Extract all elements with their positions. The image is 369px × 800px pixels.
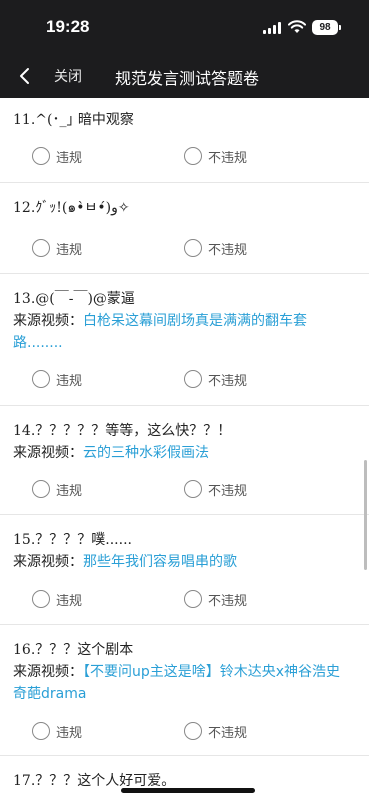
radio-button[interactable]	[184, 480, 202, 498]
radio-button[interactable]	[32, 239, 50, 257]
question-title: 16.？？？这个剧本	[13, 642, 134, 658]
cellular-signal-icon	[263, 22, 283, 34]
option-not-violation[interactable]: 不违规	[184, 478, 247, 500]
battery-indicator: 98	[312, 20, 338, 35]
scrollbar[interactable]	[364, 460, 367, 570]
question-17: 17.？？？这个人好可爱。	[0, 756, 369, 800]
option-violation[interactable]: 违规	[32, 588, 82, 610]
option-violation[interactable]: 违规	[32, 478, 82, 500]
option-label: 违规	[56, 593, 83, 609]
option-label: 不违规	[208, 373, 248, 389]
radio-button[interactable]	[184, 590, 202, 608]
status-bar: 19:28 98	[0, 0, 369, 54]
option-label: 违规	[56, 373, 83, 389]
option-not-violation[interactable]: 不违规	[184, 368, 247, 390]
radio-button[interactable]	[32, 480, 50, 498]
nav-bar: 关闭 规范发言测试答题卷	[0, 54, 369, 98]
option-not-violation[interactable]: 不违规	[184, 237, 247, 259]
question-title: 11.^(･_｣ 暗中观察	[13, 112, 134, 128]
option-label: 违规	[56, 150, 83, 166]
question-source: 来源视频：那些年我们容易唱串的歌	[13, 551, 353, 573]
question-source: 来源视频：【不要问up主这是啥】铃木达央x神谷浩史 奇葩drama	[13, 661, 353, 705]
question-12: 12.ｸﾞｯ!(๑•̀ㅂ•́)و✧ 违规 不违规	[0, 183, 369, 274]
source-video-link[interactable]: 那些年我们容易唱串的歌	[83, 554, 237, 570]
question-14: 14.？？？？？等等，这么快？？！ 来源视频：云的三种水彩假画法 违规 不违规	[0, 406, 369, 515]
source-label: 来源视频：	[13, 554, 83, 570]
option-violation[interactable]: 违规	[32, 720, 82, 742]
option-violation[interactable]: 违规	[32, 368, 82, 390]
radio-button[interactable]	[32, 147, 50, 165]
radio-button[interactable]	[184, 147, 202, 165]
question-16: 16.？？？这个剧本 来源视频：【不要问up主这是啥】铃木达央x神谷浩史 奇葩d…	[0, 625, 369, 756]
option-not-violation[interactable]: 不违规	[184, 145, 247, 167]
option-label: 违规	[56, 725, 83, 741]
question-title: 12.ｸﾞｯ!(๑•̀ㅂ•́)و✧	[13, 200, 130, 216]
option-not-violation[interactable]: 不违规	[184, 720, 247, 742]
radio-button[interactable]	[184, 722, 202, 740]
radio-button[interactable]	[32, 722, 50, 740]
source-label: 来源视频：	[13, 313, 83, 329]
radio-button[interactable]	[32, 590, 50, 608]
question-title: 13.@(￣-￣)@蒙逼	[13, 291, 135, 307]
option-label: 不违规	[208, 150, 248, 166]
source-video-link[interactable]: 云的三种水彩假画法	[83, 445, 209, 461]
page-title: 规范发言测试答题卷	[115, 69, 260, 88]
question-15: 15.？？？？噗...... 来源视频：那些年我们容易唱串的歌 违规 不违规	[0, 515, 369, 625]
option-label: 不违规	[208, 725, 248, 741]
question-title: 15.？？？？噗......	[13, 532, 132, 548]
option-label: 违规	[56, 483, 83, 499]
status-time: 19:28	[46, 17, 90, 36]
radio-button[interactable]	[32, 370, 50, 388]
question-title: 14.？？？？？等等，这么快？？！	[13, 423, 232, 439]
question-13: 13.@(￣-￣)@蒙逼 来源视频：白枪呆这幕间剧场真是满满的翻车套路.....…	[0, 274, 369, 406]
question-source: 来源视频：白枪呆这幕间剧场真是满满的翻车套路........	[13, 310, 353, 354]
source-label: 来源视频：	[13, 445, 83, 461]
radio-button[interactable]	[184, 370, 202, 388]
close-button[interactable]: 关闭	[54, 66, 82, 86]
wifi-icon	[288, 20, 306, 33]
option-label: 不违规	[208, 483, 248, 499]
battery-tip	[339, 25, 341, 30]
option-violation[interactable]: 违规	[32, 237, 82, 259]
back-chevron-icon[interactable]	[18, 66, 32, 86]
home-indicator[interactable]	[121, 788, 255, 793]
source-label: 来源视频：	[13, 664, 83, 680]
question-11: 11.^(･_｣ 暗中观察 违规 不违规	[0, 98, 369, 183]
option-label: 不违规	[208, 242, 248, 258]
option-violation[interactable]: 违规	[32, 145, 82, 167]
option-label: 不违规	[208, 593, 248, 609]
option-not-violation[interactable]: 不违规	[184, 588, 247, 610]
radio-button[interactable]	[184, 239, 202, 257]
option-label: 违规	[56, 242, 83, 258]
question-source: 来源视频：云的三种水彩假画法	[13, 442, 353, 464]
questionnaire-content[interactable]: 11.^(･_｣ 暗中观察 违规 不违规 12.ｸﾞｯ!(๑•̀ㅂ•́)و✧ 违…	[0, 98, 369, 800]
